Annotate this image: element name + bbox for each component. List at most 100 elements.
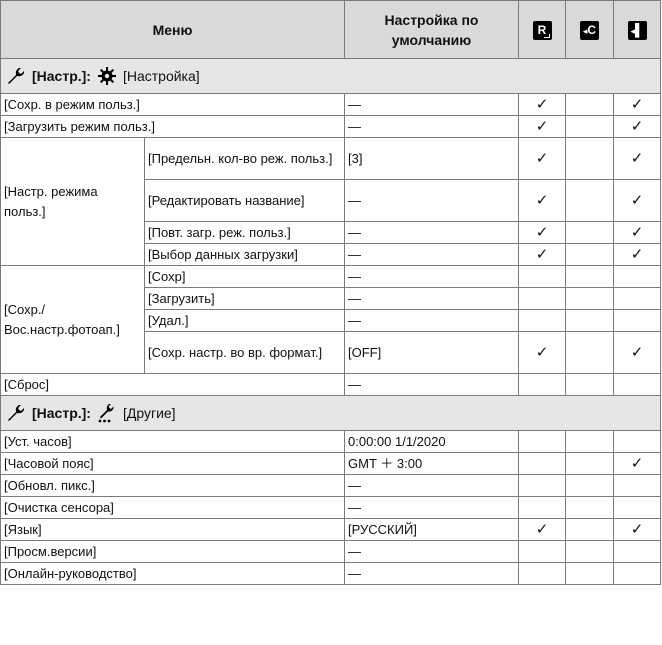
check-cell: ✓ xyxy=(518,115,566,138)
check-cell xyxy=(565,287,614,310)
check-cell xyxy=(518,540,566,563)
table-row: [Сохр. в режим польз.] — ✓ ✓ xyxy=(0,93,661,116)
check-cell xyxy=(565,518,614,541)
default-header: Настройка по умолчанию xyxy=(344,0,519,59)
default-value: 0:00:00 1/1/2020 xyxy=(344,430,519,453)
menu-item: [Загрузить режим польз.] xyxy=(0,115,345,138)
default-value: [РУССКИЙ] xyxy=(344,518,519,541)
group-label: [Сохр./ Вос.настр.фотоап.] xyxy=(0,265,145,374)
check-cell xyxy=(518,265,566,288)
check-cell xyxy=(518,373,566,396)
default-value: — xyxy=(344,309,519,332)
menu-item: [Уст. часов] xyxy=(0,430,345,453)
check-cell xyxy=(613,540,661,563)
submenu-item: [Удал.] xyxy=(144,309,345,332)
gear-icon xyxy=(97,67,116,85)
settings-table: Меню Настройка по умолчанию R ◂C ◂▌ [Нас… xyxy=(0,0,661,585)
section-prefix: [Настр.]: xyxy=(32,68,91,84)
check-cell xyxy=(613,562,661,585)
menu-item: [Сброс] xyxy=(0,373,345,396)
check-cell xyxy=(518,452,566,475)
check-cell xyxy=(565,496,614,519)
check-cell: ✓ xyxy=(518,243,566,266)
table-row: [Язык] [РУССКИЙ] ✓ ✓ xyxy=(0,518,661,541)
default-value: — xyxy=(344,221,519,244)
section-name: [Другие] xyxy=(122,405,176,421)
table-row: [Настр. режима польз.] [Предельн. кол-во… xyxy=(0,137,661,266)
check-cell xyxy=(565,474,614,497)
check-cell xyxy=(613,373,661,396)
submenu-item: [Сохр] xyxy=(144,265,345,288)
menu-item: [Просм.версии] xyxy=(0,540,345,563)
check-cell: ✓ xyxy=(613,331,661,374)
default-value: GMT ＋ 3:00 xyxy=(344,452,519,475)
check-cell: ✓ xyxy=(518,518,566,541)
check-cell xyxy=(518,474,566,497)
default-value: — xyxy=(344,179,519,222)
check-cell xyxy=(565,243,614,266)
default-value: — xyxy=(344,287,519,310)
menu-item: [Часовой пояс] xyxy=(0,452,345,475)
section-prefix: [Настр.]: xyxy=(32,405,91,421)
check-cell xyxy=(518,309,566,332)
header-icon-2-cell: ◂C xyxy=(565,0,614,59)
table-row: [Сброс] — xyxy=(0,373,661,396)
submenu-item: [Сохр. настр. во вр. формат.] xyxy=(144,331,345,374)
check-cell: ✓ xyxy=(613,221,661,244)
check-cell xyxy=(518,496,566,519)
check-cell xyxy=(565,331,614,374)
menu-item: [Онлайн-руководство] xyxy=(0,562,345,585)
check-cell xyxy=(518,562,566,585)
submenu-item: [Загрузить] xyxy=(144,287,345,310)
section-others-row: [Настр.]: [Другие] xyxy=(0,395,661,431)
header-icon-1-cell: R xyxy=(518,0,566,59)
table-row: [Очистка сенсора] — xyxy=(0,496,661,519)
check-cell: ✓ xyxy=(518,137,566,180)
check-cell xyxy=(613,265,661,288)
check-cell xyxy=(565,373,614,396)
submenu-item: [Повт. загр. реж. польз.] xyxy=(144,221,345,244)
check-cell: ✓ xyxy=(613,243,661,266)
check-cell xyxy=(518,287,566,310)
table-row: [Уст. часов] 0:00:00 1/1/2020 xyxy=(0,430,661,453)
group-label: [Настр. режима польз.] xyxy=(0,137,145,266)
default-value: — xyxy=(344,265,519,288)
check-cell: ✓ xyxy=(518,93,566,116)
header-icon-3-cell: ◂▌ xyxy=(613,0,661,59)
table-row: [Онлайн-руководство] — xyxy=(0,562,661,585)
check-cell: ✓ xyxy=(518,221,566,244)
default-value: — xyxy=(344,373,519,396)
default-value: [OFF] xyxy=(344,331,519,374)
check-cell: ✓ xyxy=(613,93,661,116)
check-cell: ✓ xyxy=(518,179,566,222)
menu-item: [Очистка сенсора] xyxy=(0,496,345,519)
transfer-settings-icon: ◂▌ xyxy=(627,20,647,40)
tools-icon xyxy=(98,404,114,423)
submenu-item: [Выбор данных загрузки] xyxy=(144,243,345,266)
check-cell xyxy=(613,287,661,310)
check-cell xyxy=(565,93,614,116)
check-cell xyxy=(565,452,614,475)
wrench-icon xyxy=(8,405,24,421)
check-cell: ✓ xyxy=(613,518,661,541)
menu-item: [Обновл. пикс.] xyxy=(0,474,345,497)
default-value: — xyxy=(344,243,519,266)
table-row: [Просм.версии] — xyxy=(0,540,661,563)
table-row: [Обновл. пикс.] — xyxy=(0,474,661,497)
menu-item: [Сохр. в режим польз.] xyxy=(0,93,345,116)
check-cell xyxy=(613,430,661,453)
table-row: [Сохр./ Вос.настр.фотоап.] [Сохр] — xyxy=(0,265,661,374)
check-cell: ✓ xyxy=(613,115,661,138)
section-name: [Настройка] xyxy=(122,68,200,84)
check-cell xyxy=(565,540,614,563)
check-cell xyxy=(613,496,661,519)
section-setting-row: [Настр.]: [Настройка] xyxy=(0,58,661,94)
check-cell xyxy=(565,309,614,332)
default-value: — xyxy=(344,474,519,497)
check-cell xyxy=(565,221,614,244)
copy-settings-icon: ◂C xyxy=(580,20,599,40)
check-cell xyxy=(565,137,614,180)
check-cell xyxy=(518,430,566,453)
submenu-item: [Предельн. кол-во реж. польз.] xyxy=(144,137,345,180)
submenu-item: [Редактировать название] xyxy=(144,179,345,222)
